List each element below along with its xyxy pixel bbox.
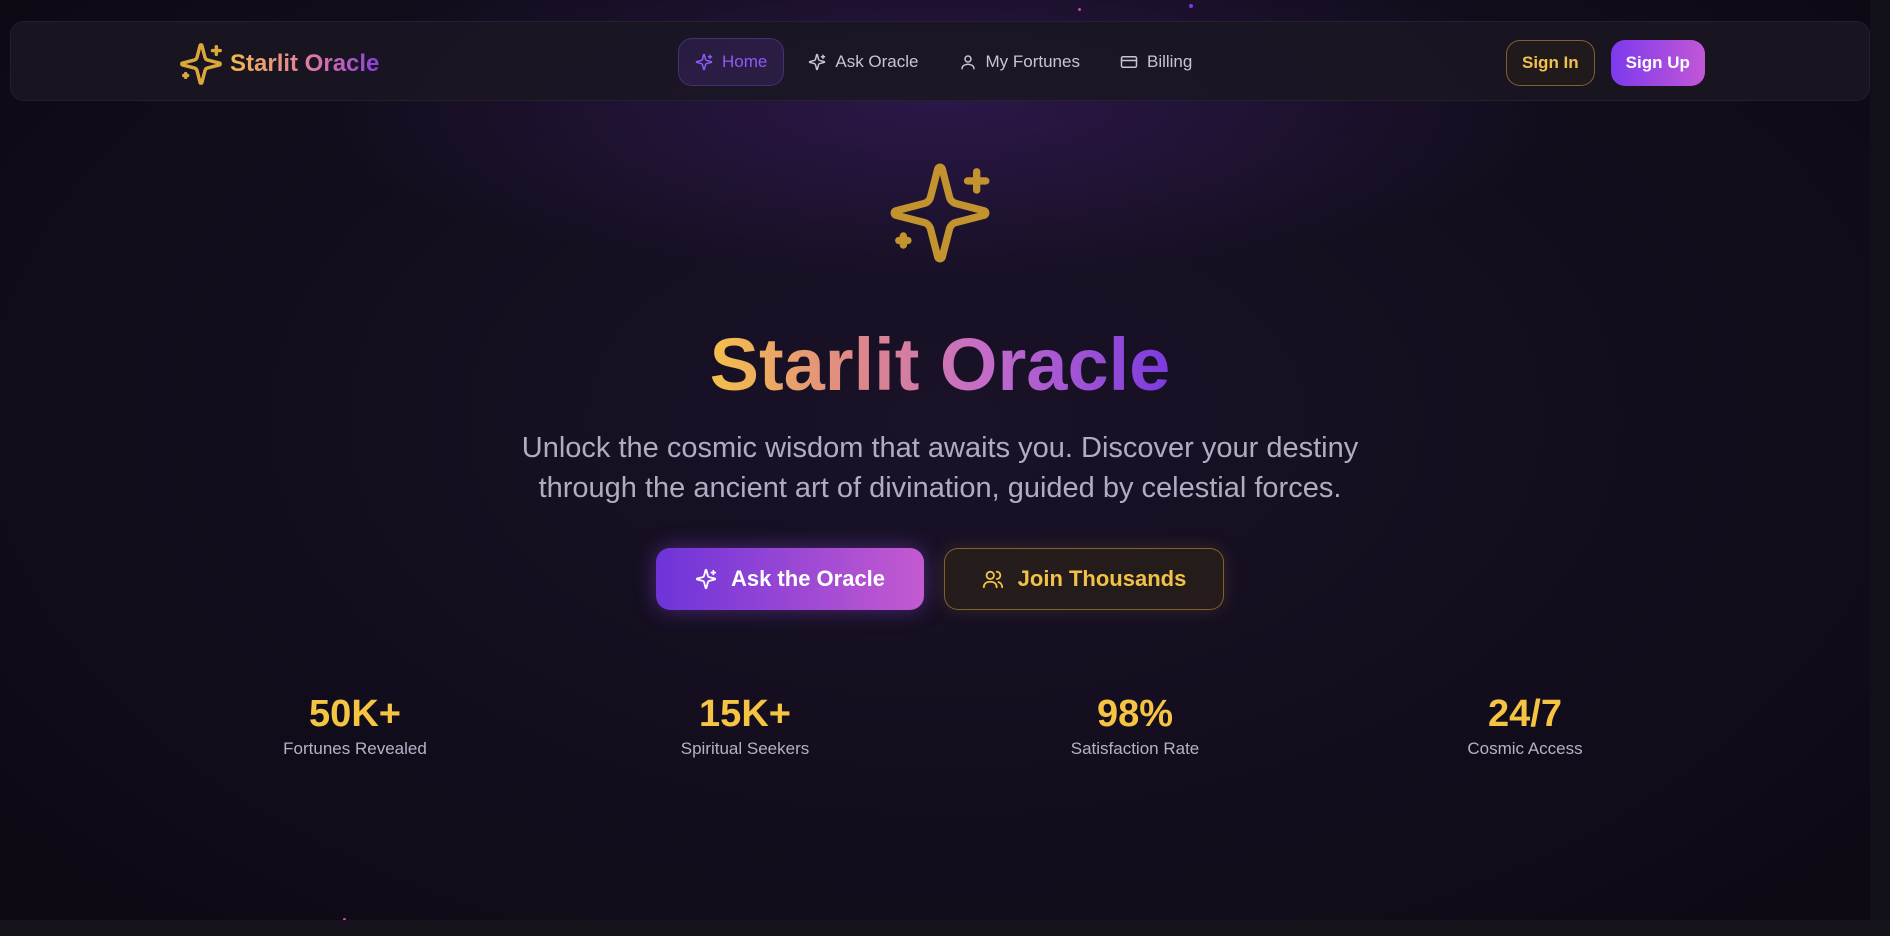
bottom-edge bbox=[0, 920, 1890, 936]
brand-name: Starlit Oracle bbox=[230, 50, 380, 77]
sparkles-icon bbox=[890, 163, 990, 263]
sign-up-button[interactable]: Sign Up bbox=[1610, 40, 1705, 86]
stat-value: 15K+ bbox=[699, 693, 791, 735]
sparkles-icon bbox=[180, 43, 222, 85]
join-thousands-label: Join Thousands bbox=[1017, 566, 1187, 591]
brand-logo[interactable]: Starlit Oracle bbox=[178, 40, 379, 88]
nav-label: Ask Oracle bbox=[835, 52, 919, 71]
stat-label: Cosmic Access bbox=[1467, 739, 1583, 758]
nav-label: Home bbox=[722, 52, 768, 71]
hero-subtitle-line: through the ancient art of divination, g… bbox=[538, 472, 1342, 504]
nav-item-home[interactable]: Home bbox=[678, 38, 785, 86]
user-icon bbox=[960, 55, 975, 70]
sparkles-icon bbox=[695, 568, 717, 590]
users-icon bbox=[982, 570, 1003, 589]
nav-label: My Fortunes bbox=[985, 52, 1080, 71]
auth-buttons: Sign In Sign Up bbox=[1506, 40, 1705, 86]
hero-subtitle: Unlock the cosmic wisdom that awaits you… bbox=[440, 428, 1440, 508]
sign-in-button[interactable]: Sign In bbox=[1506, 40, 1595, 86]
sparkles-icon bbox=[809, 53, 826, 71]
stat-fortunes-revealed: 50K+ Fortunes Revealed bbox=[225, 692, 485, 760]
page-background: Starlit Oracle Home Ask Oracle My Fortun… bbox=[0, 0, 1890, 936]
sparkles-icon bbox=[695, 53, 713, 71]
ask-the-oracle-label: Ask the Oracle bbox=[730, 566, 886, 591]
stat-value: 50K+ bbox=[309, 693, 401, 735]
nav-item-billing[interactable]: Billing bbox=[1104, 38, 1208, 86]
stat-spiritual-seekers: 15K+ Spiritual Seekers bbox=[615, 692, 875, 760]
stat-label: Spiritual Seekers bbox=[680, 739, 810, 758]
stat-label: Fortunes Revealed bbox=[283, 739, 427, 758]
main-nav: Home Ask Oracle My Fortunes Billing bbox=[678, 38, 1208, 86]
nav-item-ask-oracle[interactable]: Ask Oracle bbox=[792, 38, 934, 86]
credit-card-icon bbox=[1120, 56, 1138, 68]
stat-label: Satisfaction Rate bbox=[1070, 739, 1200, 758]
stat-value: 98% bbox=[1096, 693, 1174, 735]
hero-title: Starlit Oracle bbox=[0, 320, 1880, 410]
star-particle bbox=[1189, 4, 1193, 8]
stat-cosmic-access: 24/7 Cosmic Access bbox=[1395, 692, 1655, 760]
ask-the-oracle-button[interactable]: Ask the Oracle bbox=[656, 548, 924, 610]
stat-value: 24/7 bbox=[1488, 693, 1562, 735]
hero-cta-row: Ask the Oracle Join Thousands bbox=[656, 548, 1224, 610]
nav-label: Billing bbox=[1146, 52, 1193, 71]
stat-satisfaction-rate: 98% Satisfaction Rate bbox=[1005, 692, 1265, 760]
hero-title-text: Starlit Oracle bbox=[709, 323, 1171, 406]
nav-item-my-fortunes[interactable]: My Fortunes bbox=[943, 38, 1096, 86]
join-thousands-button[interactable]: Join Thousands bbox=[944, 548, 1224, 610]
star-particle bbox=[1078, 8, 1081, 11]
hero-subtitle-line: Unlock the cosmic wisdom that awaits you… bbox=[521, 432, 1359, 464]
scrollbar-track[interactable] bbox=[1870, 0, 1890, 920]
